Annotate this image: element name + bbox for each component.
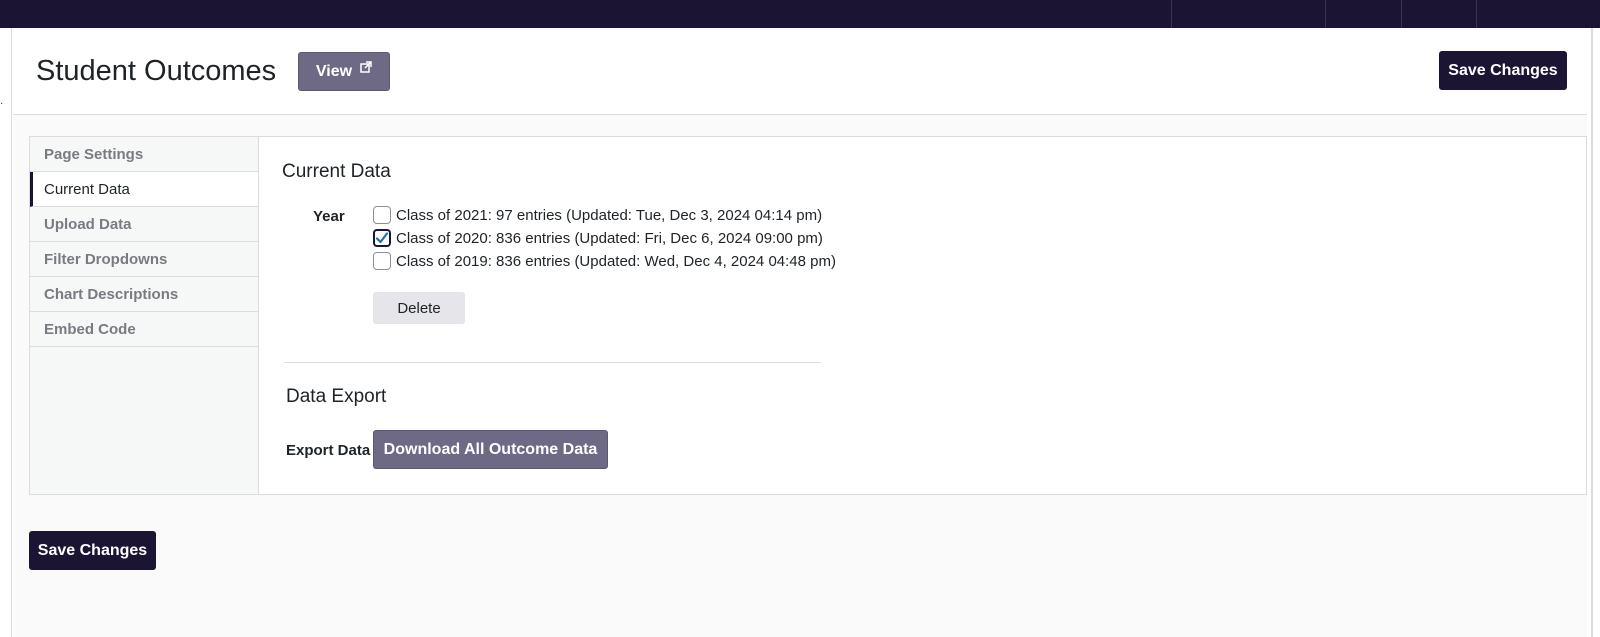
- tab-page-settings[interactable]: Page Settings: [30, 137, 258, 172]
- admin-top-bar: [0, 0, 1600, 28]
- tab-chart-descriptions[interactable]: Chart Descriptions: [30, 277, 258, 312]
- external-link-icon: [360, 60, 372, 73]
- year-checkbox[interactable]: [373, 252, 391, 270]
- page-title: Student Outcomes: [36, 55, 277, 87]
- year-option-label: Class of 2019: 836 entries (Updated: Wed…: [396, 252, 836, 270]
- tab-filter-dropdowns[interactable]: Filter Dropdowns: [30, 242, 258, 277]
- scrollbar-track[interactable]: [1591, 28, 1593, 637]
- year-checkbox[interactable]: [373, 206, 391, 224]
- checkmark-icon: [375, 232, 389, 244]
- data-export-heading: Data Export: [286, 386, 387, 407]
- save-changes-button-top[interactable]: Save Changes: [1439, 51, 1567, 90]
- save-changes-button-bottom[interactable]: Save Changes: [29, 531, 156, 570]
- settings-tabs: Page Settings Current Data Upload Data F…: [30, 137, 259, 494]
- view-button[interactable]: View: [298, 52, 390, 91]
- page-header: Student Outcomes View Save Changes: [13, 28, 1587, 115]
- current-data-heading: Current Data: [282, 161, 391, 182]
- export-data-label: Export Data: [286, 442, 371, 459]
- top-bar-divider: [1171, 0, 1172, 28]
- settings-panel: Page Settings Current Data Upload Data F…: [29, 136, 1587, 495]
- tab-embed-code[interactable]: Embed Code: [30, 312, 258, 347]
- year-option[interactable]: Class of 2019: 836 entries (Updated: Wed…: [373, 251, 836, 271]
- tab-current-data[interactable]: Current Data: [30, 172, 258, 207]
- top-bar-divider: [1476, 0, 1477, 28]
- year-option[interactable]: Class of 2020: 836 entries (Updated: Fri…: [373, 228, 823, 248]
- tab-upload-data[interactable]: Upload Data: [30, 207, 258, 242]
- left-sidebar-edge: ·: [0, 28, 12, 637]
- section-divider: [284, 362, 821, 363]
- edge-mark: ·: [0, 98, 4, 109]
- main-content: Student Outcomes View Save Changes Page …: [13, 28, 1587, 637]
- scrollbar[interactable]: [1587, 28, 1600, 637]
- year-option-label: Class of 2021: 97 entries (Updated: Tue,…: [396, 206, 823, 224]
- download-all-outcome-data-button[interactable]: Download All Outcome Data: [373, 430, 608, 469]
- top-bar-divider: [1401, 0, 1402, 28]
- year-option-label: Class of 2020: 836 entries (Updated: Fri…: [396, 229, 823, 247]
- view-button-label: View: [315, 62, 353, 80]
- tab-content: Current Data Year Class of 2021: 97 entr…: [259, 137, 1586, 494]
- year-option[interactable]: Class of 2021: 97 entries (Updated: Tue,…: [373, 205, 822, 225]
- top-bar-divider: [1325, 0, 1326, 28]
- delete-button[interactable]: Delete: [373, 292, 465, 324]
- year-label: Year: [313, 208, 345, 225]
- year-checkbox-checked[interactable]: [373, 229, 391, 247]
